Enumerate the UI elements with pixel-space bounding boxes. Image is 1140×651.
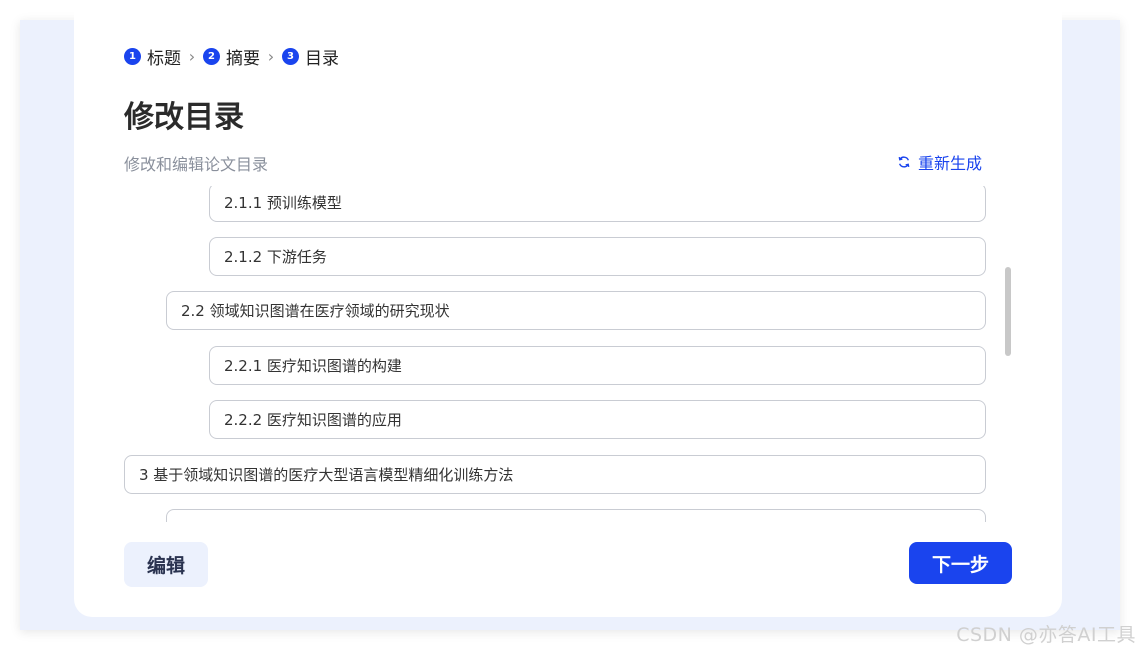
next-step-button[interactable]: 下一步: [909, 542, 1012, 584]
toc-item[interactable]: [166, 509, 986, 522]
regenerate-label: 重新生成: [917, 154, 982, 173]
refresh-icon: [898, 156, 910, 168]
toc-item[interactable]: 2.1.2 下游任务: [209, 237, 986, 276]
toc-item[interactable]: 2.2.2 医疗知识图谱的应用: [209, 400, 986, 439]
step-abstract[interactable]: 2 摘要: [203, 44, 260, 69]
page-title: 修改目录: [124, 100, 244, 135]
toc-item[interactable]: 2.2 领域知识图谱在医疗领域的研究现状: [166, 291, 986, 330]
chevron-right-icon: ›: [188, 46, 196, 66]
toc-item[interactable]: 3 基于领域知识图谱的医疗大型语言模型精细化训练方法: [124, 455, 986, 494]
step-label: 标题: [147, 48, 181, 69]
toc-item[interactable]: 2.2.1 医疗知识图谱的构建: [209, 346, 986, 385]
chevron-right-icon: ›: [267, 46, 275, 66]
toc-list[interactable]: 2.1.1 预训练模型 2.1.2 下游任务 2.2 领域知识图谱在医疗领域的研…: [124, 186, 986, 522]
dialog-card: 1 标题 › 2 摘要 › 3 目录 修改目录 修改和编辑论文目录 重新生成 2…: [74, 0, 1062, 617]
step-toc[interactable]: 3 目录: [282, 44, 339, 69]
step-label: 目录: [305, 48, 339, 69]
step-title[interactable]: 1 标题: [124, 44, 181, 69]
edit-button[interactable]: 编辑: [124, 542, 208, 587]
toc-item[interactable]: 2.1.1 预训练模型: [209, 186, 986, 222]
step-number: 3: [282, 47, 299, 65]
regenerate-button[interactable]: 重新生成: [897, 150, 982, 174]
step-number: 2: [203, 47, 220, 65]
step-label: 摘要: [226, 48, 260, 69]
step-indicator: 1 标题 › 2 摘要 › 3 目录: [124, 44, 339, 69]
watermark: CSDN @亦答AI工具: [956, 624, 1136, 646]
step-number: 1: [124, 47, 141, 65]
page: 1 标题 › 2 摘要 › 3 目录 修改目录 修改和编辑论文目录 重新生成 2…: [0, 0, 1140, 651]
scrollbar-thumb[interactable]: [1005, 267, 1011, 356]
page-subtitle: 修改和编辑论文目录: [124, 155, 269, 174]
